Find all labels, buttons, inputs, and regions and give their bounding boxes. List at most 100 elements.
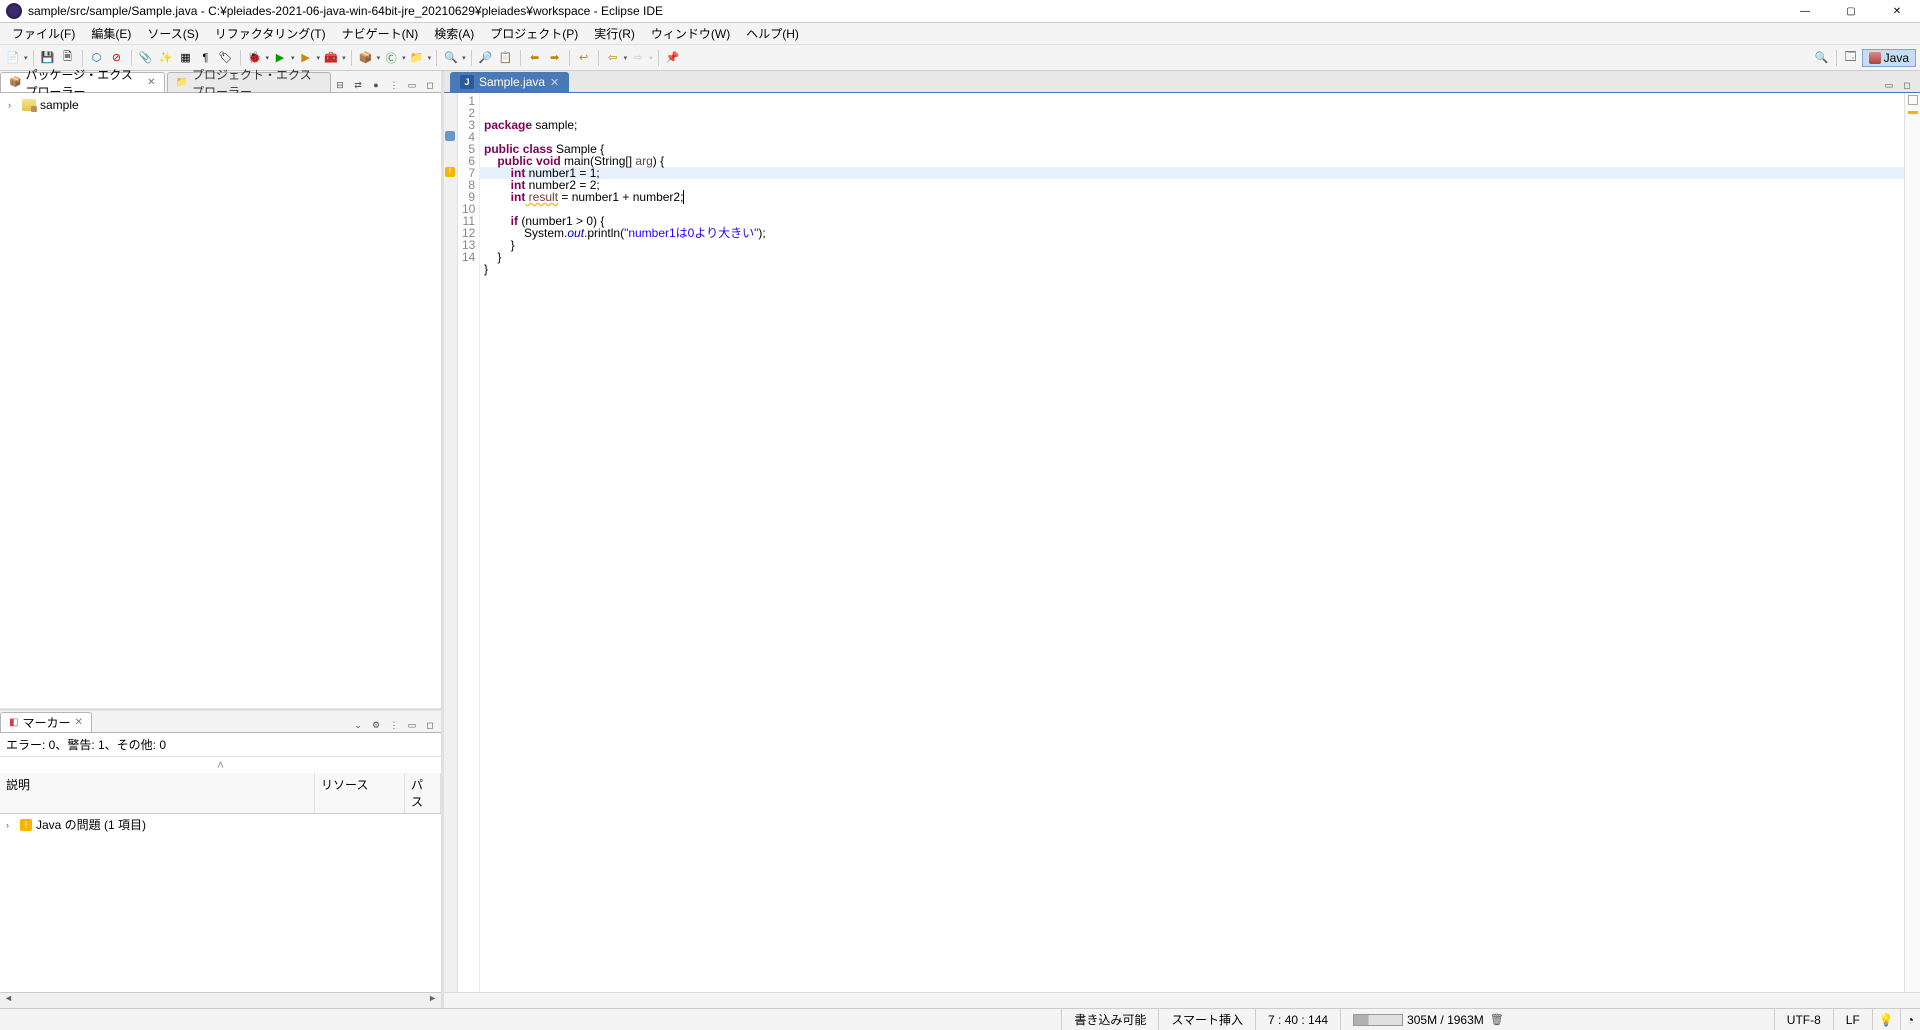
minimize-editor-icon[interactable]: ▭ xyxy=(1882,78,1896,92)
menu-window[interactable]: ウィンドウ(W) xyxy=(643,22,738,45)
java-perspective-icon xyxy=(1869,52,1881,64)
package-explorer-tabs: 📦 パッケージ・エクスプローラー ✕ 📁 プロジェクト・エクスプローラー ⊟ ⇄… xyxy=(0,71,441,93)
debug-button[interactable]: 🐞 xyxy=(246,49,264,67)
package-explorer-tree[interactable]: › sample xyxy=(0,93,441,708)
collapse-all-icon[interactable]: ⊟ xyxy=(333,78,347,92)
annotation-icon[interactable]: 🏷 xyxy=(217,49,235,67)
col-resource[interactable]: リソース xyxy=(315,773,405,813)
new-folder-button[interactable]: 📁 xyxy=(408,49,426,67)
save-all-button[interactable]: 🗎 xyxy=(59,49,77,67)
search-button[interactable]: 🔎 xyxy=(477,49,495,67)
close-icon[interactable]: ✕ xyxy=(550,76,559,89)
col-path[interactable]: パス xyxy=(405,773,441,813)
tab-project-explorer[interactable]: 📁 プロジェクト・エクスプローラー xyxy=(167,72,331,92)
menu-search[interactable]: 検索(A) xyxy=(426,22,482,45)
status-tip-icon[interactable]: 💡 xyxy=(1872,1009,1900,1030)
maximize-view-icon[interactable]: ◻ xyxy=(423,718,437,732)
status-bar: 書き込み可能 スマート挿入 7 : 40 : 144 305M / 1963M … xyxy=(0,1008,1920,1030)
markers-scrollbar[interactable]: ◄ ► xyxy=(0,992,441,1008)
close-icon[interactable]: ✕ xyxy=(147,77,155,88)
scroll-right-icon[interactable]: ► xyxy=(428,993,437,1008)
status-encoding[interactable]: UTF-8 xyxy=(1774,1009,1833,1030)
markers-row-label: Java の問題 (1 項目) xyxy=(36,816,146,833)
menu-run[interactable]: 実行(R) xyxy=(586,22,643,45)
editor-gutter[interactable]: ! xyxy=(444,93,458,992)
menu-project[interactable]: プロジェクト(P) xyxy=(482,22,586,45)
markers-icon: ◧ xyxy=(9,717,18,728)
minimize-view-icon[interactable]: ▭ xyxy=(405,718,419,732)
markers-view: ◧ マーカー ✕ ⌄ ⚙ ⋮ ▭ ◻ エラー: 0、警告: 1、その他: 0 ˄… xyxy=(0,708,441,1008)
col-description[interactable]: 説明 xyxy=(0,773,315,813)
perspective-java[interactable]: Java xyxy=(1862,49,1916,67)
package-explorer-view: 📦 パッケージ・エクスプローラー ✕ 📁 プロジェクト・エクスプローラー ⊟ ⇄… xyxy=(0,71,441,708)
minimize-view-icon[interactable]: ▭ xyxy=(405,78,419,92)
editor-tabs: J Sample.java ✕ ▭ ◻ xyxy=(444,71,1920,93)
save-button[interactable]: 💾 xyxy=(39,49,57,67)
markers-row[interactable]: › ! Java の問題 (1 項目) xyxy=(0,814,441,835)
gc-button[interactable]: 🗑 xyxy=(1490,1013,1502,1027)
show-whitespace-icon[interactable]: ¶ xyxy=(197,49,215,67)
new-class-button[interactable]: Ⓒ xyxy=(382,49,400,67)
view-menu-icon[interactable]: ⋮ xyxy=(387,78,401,92)
ext-tools-button[interactable]: 🧰 xyxy=(322,49,340,67)
memory-gauge-icon xyxy=(1353,1014,1403,1026)
prev-annotation-button[interactable]: ⬅ xyxy=(526,49,544,67)
maximize-editor-icon[interactable]: ◻ xyxy=(1900,78,1914,92)
open-perspective-button[interactable]: 🗔 xyxy=(1842,49,1860,67)
run-button[interactable]: ▶ xyxy=(271,49,289,67)
code-editor[interactable]: package sample; public class Sample { pu… xyxy=(480,93,1904,992)
close-icon[interactable]: ✕ xyxy=(74,717,82,728)
menu-source[interactable]: ソース(S) xyxy=(139,22,206,45)
back-button[interactable]: ⇦ xyxy=(604,49,622,67)
menu-help[interactable]: ヘルプ(H) xyxy=(738,22,807,45)
minimize-button[interactable]: — xyxy=(1782,0,1828,23)
scroll-left-icon[interactable]: ◄ xyxy=(4,993,13,1008)
view-menu-icon[interactable]: ⋮ xyxy=(387,718,401,732)
markers-table[interactable]: ˄ 説明 リソース パス › ! Java の問題 (1 項目) xyxy=(0,757,441,992)
open-type-button[interactable]: 🔍 xyxy=(442,49,460,67)
quick-access-icon[interactable]: 🔍 xyxy=(1813,49,1831,67)
overview-ruler[interactable] xyxy=(1904,93,1920,992)
last-edit-button[interactable]: ↩ xyxy=(575,49,593,67)
toggle-mark-icon[interactable]: 📎 xyxy=(137,49,155,67)
override-marker-icon[interactable] xyxy=(445,131,455,141)
tab-markers[interactable]: ◧ マーカー ✕ xyxy=(0,712,92,732)
menu-navigate[interactable]: ナビゲート(N) xyxy=(334,22,427,45)
window-controls: — ▢ ✕ xyxy=(1782,0,1920,23)
menu-file[interactable]: ファイル(F) xyxy=(4,22,83,45)
status-memory[interactable]: 305M / 1963M 🗑 xyxy=(1340,1009,1514,1030)
expand-icon[interactable]: › xyxy=(6,820,16,830)
filter-icon[interactable]: ⌄ xyxy=(351,718,365,732)
expand-icon[interactable]: › xyxy=(8,100,18,110)
menu-edit[interactable]: 編集(E) xyxy=(83,22,139,45)
new-package-button[interactable]: 📦 xyxy=(357,49,375,67)
task-button[interactable]: 📋 xyxy=(497,49,515,67)
focus-icon[interactable]: ● xyxy=(369,78,383,92)
forward-button[interactable]: ⇨ xyxy=(629,49,647,67)
coverage-button[interactable]: ▶ xyxy=(297,49,315,67)
build-button[interactable]: ⬡ xyxy=(88,49,106,67)
close-button[interactable]: ✕ xyxy=(1874,0,1920,23)
warning-marker-icon[interactable]: ! xyxy=(445,167,455,177)
status-line-ending[interactable]: LF xyxy=(1833,1009,1872,1030)
next-annotation-button[interactable]: ➡ xyxy=(546,49,564,67)
link-editor-icon[interactable]: ⇄ xyxy=(351,78,365,92)
block-select-icon[interactable]: ▦ xyxy=(177,49,195,67)
editor-tab-label: Sample.java xyxy=(479,75,545,89)
perspective-label: Java xyxy=(1884,51,1909,65)
pin-editor-button[interactable]: 📌 xyxy=(664,49,682,67)
editor-scrollbar[interactable] xyxy=(444,992,1920,1008)
overview-warning-marker[interactable] xyxy=(1908,111,1918,114)
tab-sample-java[interactable]: J Sample.java ✕ xyxy=(450,72,569,92)
sort-icon[interactable]: ˄ xyxy=(217,758,224,772)
status-updates-icon[interactable]: ◔ xyxy=(1900,1009,1920,1030)
tree-item-sample[interactable]: › sample xyxy=(8,97,433,113)
new-button[interactable]: 📄 xyxy=(4,49,22,67)
config-icon[interactable]: ⚙ xyxy=(369,718,383,732)
tab-package-explorer[interactable]: 📦 パッケージ・エクスプローラー ✕ xyxy=(0,72,165,92)
maximize-view-icon[interactable]: ◻ xyxy=(423,78,437,92)
wand-icon[interactable]: ✨ xyxy=(157,49,175,67)
stop-icon[interactable]: ⊘ xyxy=(108,49,126,67)
maximize-button[interactable]: ▢ xyxy=(1828,0,1874,23)
menu-refactor[interactable]: リファクタリング(T) xyxy=(207,22,334,45)
